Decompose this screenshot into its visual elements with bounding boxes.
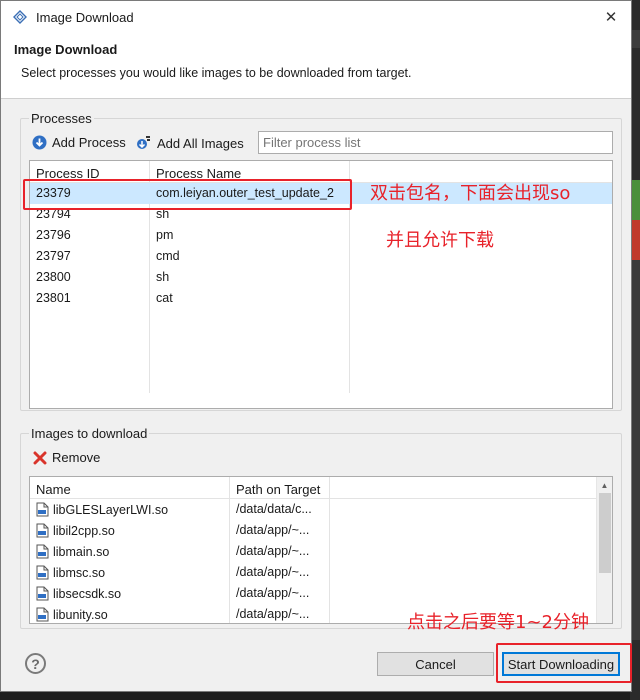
empty-row bbox=[30, 351, 612, 372]
close-icon[interactable]: ✕ bbox=[591, 1, 631, 33]
images-group: Images to download Remove Name Path on T… bbox=[20, 426, 622, 629]
cancel-button[interactable]: Cancel bbox=[377, 652, 494, 676]
header-title: Image Download bbox=[14, 42, 118, 57]
filler-cell bbox=[330, 562, 612, 583]
help-icon[interactable]: ? bbox=[25, 653, 46, 674]
process-rows: 23379 com.leiyan.outer_test_update_2 23794… bbox=[30, 183, 612, 393]
filler-cell bbox=[350, 288, 612, 309]
image-name: libmain.so bbox=[53, 545, 110, 559]
filler-cell bbox=[350, 267, 612, 288]
process-id-cell: 23801 bbox=[30, 288, 150, 309]
process-row[interactable]: 23796 pm bbox=[30, 225, 612, 246]
file-icon bbox=[36, 607, 49, 622]
image-name-cell: libmain.so bbox=[30, 541, 230, 562]
add-process-button[interactable]: Add Process bbox=[32, 135, 126, 150]
process-id-cell: 23800 bbox=[30, 267, 150, 288]
add-all-images-label: Add All Images bbox=[157, 135, 244, 151]
image-download-dialog: Image Download ✕ Image Download Select p… bbox=[0, 0, 632, 692]
filler-cell bbox=[350, 204, 612, 225]
annotation-highlight-process bbox=[23, 179, 352, 210]
images-table-header: Name Path on Target bbox=[30, 477, 612, 499]
image-name: libmsc.so bbox=[53, 566, 106, 580]
column-header-path[interactable]: Path on Target bbox=[230, 477, 330, 498]
filler-cell bbox=[330, 520, 612, 541]
process-row[interactable]: 23800 sh bbox=[30, 267, 612, 288]
process-name-cell: sh bbox=[150, 267, 350, 288]
annotation-text-3: 点击之后要等1~2分钟 bbox=[407, 612, 589, 633]
image-name: libunity.so bbox=[53, 608, 108, 622]
images-group-label: Images to download bbox=[29, 426, 150, 441]
image-row[interactable]: libil2cpp.so/data/app/~... bbox=[30, 520, 612, 541]
image-row[interactable]: libmain.so/data/app/~... bbox=[30, 541, 612, 562]
process-name-cell: pm bbox=[150, 225, 350, 246]
process-name-cell: cmd bbox=[150, 246, 350, 267]
process-id-cell: 23797 bbox=[30, 246, 150, 267]
image-row[interactable]: libGLESLayerLWI.so/data/data/c... bbox=[30, 499, 612, 520]
scroll-up-icon[interactable]: ▲ bbox=[597, 477, 612, 493]
process-name-cell: cat bbox=[150, 288, 350, 309]
remove-icon bbox=[33, 451, 47, 465]
add-all-images-icon bbox=[136, 135, 152, 151]
image-name-cell: libsecsdk.so bbox=[30, 583, 230, 604]
image-row[interactable]: libsecsdk.so/data/app/~... bbox=[30, 583, 612, 604]
image-name-cell: libmsc.so bbox=[30, 562, 230, 583]
annotation-text-2: 并且允许下载 bbox=[386, 230, 494, 251]
filler-cell bbox=[330, 541, 612, 562]
image-path-cell: /data/data/c... bbox=[230, 499, 330, 520]
processes-group-label: Processes bbox=[29, 111, 94, 126]
column-header-filler bbox=[330, 477, 612, 498]
empty-row bbox=[30, 330, 612, 351]
file-icon bbox=[36, 565, 49, 580]
dialog-header: Image Download Select processes you woul… bbox=[1, 33, 631, 99]
image-name-cell: libil2cpp.so bbox=[30, 520, 230, 541]
empty-row bbox=[30, 309, 612, 330]
image-rows: libGLESLayerLWI.so/data/data/c... libil2c… bbox=[30, 499, 612, 623]
image-path-cell: /data/app/~... bbox=[230, 583, 330, 604]
image-path-cell: /data/app/~... bbox=[230, 541, 330, 562]
window-title: Image Download bbox=[36, 9, 134, 25]
image-name: libGLESLayerLWI.so bbox=[53, 503, 169, 517]
remove-button[interactable]: Remove bbox=[33, 450, 100, 465]
filter-process-input[interactable] bbox=[258, 131, 613, 154]
remove-label: Remove bbox=[52, 450, 101, 465]
annotation-text-1: 双击包名，下面会出现so bbox=[370, 183, 571, 204]
title-bar: Image Download ✕ bbox=[1, 1, 631, 33]
image-name-cell: libGLESLayerLWI.so bbox=[30, 499, 230, 520]
image-row[interactable]: libmsc.so/data/app/~... bbox=[30, 562, 612, 583]
add-process-label: Add Process bbox=[52, 135, 126, 150]
empty-row bbox=[30, 372, 612, 393]
image-path-cell: /data/app/~... bbox=[230, 520, 330, 541]
file-icon bbox=[36, 502, 49, 517]
filler-cell bbox=[330, 499, 612, 520]
filler-cell bbox=[330, 583, 612, 604]
header-description: Select processes you would like images t… bbox=[21, 66, 412, 80]
annotation-highlight-start bbox=[496, 643, 632, 683]
file-icon bbox=[36, 586, 49, 601]
column-header-name[interactable]: Name bbox=[30, 477, 230, 498]
file-icon bbox=[36, 544, 49, 559]
app-icon bbox=[13, 10, 27, 24]
process-row[interactable]: 23801 cat bbox=[30, 288, 612, 309]
image-name: libil2cpp.so bbox=[53, 524, 115, 538]
add-all-images-button[interactable]: Add All Images bbox=[136, 135, 244, 151]
image-path-cell: /data/app/~... bbox=[230, 604, 330, 623]
images-scrollbar[interactable]: ▲ bbox=[596, 477, 612, 623]
images-table: Name Path on Target libGLESLayerLWI.so/d… bbox=[29, 476, 613, 624]
process-row[interactable]: 23797 cmd bbox=[30, 246, 612, 267]
scrollbar-thumb[interactable] bbox=[599, 493, 611, 573]
add-process-icon bbox=[32, 135, 47, 150]
image-name-cell: libunity.so bbox=[30, 604, 230, 623]
file-icon bbox=[36, 523, 49, 538]
process-id-cell: 23796 bbox=[30, 225, 150, 246]
processes-group: Processes Add Process Add All Images Pro… bbox=[20, 111, 622, 411]
image-name: libsecsdk.so bbox=[53, 587, 122, 601]
image-path-cell: /data/app/~... bbox=[230, 562, 330, 583]
